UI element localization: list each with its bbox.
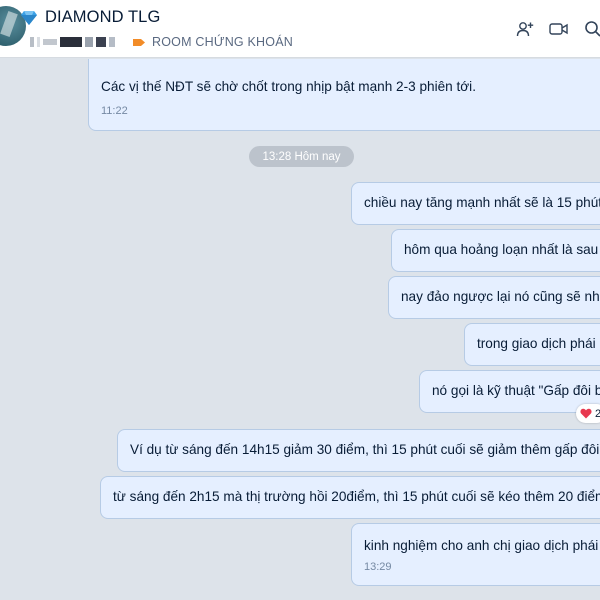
message-bubble[interactable]: nó gọi là kỹ thuật "Gấp đôi b bbox=[419, 370, 600, 413]
message-text: Ví dụ từ sáng đến 14h15 giảm 30 điểm, th… bbox=[130, 442, 600, 457]
message-text: trong giao dịch phái bbox=[477, 336, 596, 351]
message-text: từ sáng đến 2h15 mà thị trường hồi 20điể… bbox=[113, 489, 600, 504]
message-bubble[interactable]: chiều nay tăng mạnh nhất sẽ là 15 phút bbox=[351, 182, 600, 225]
room-label[interactable]: ROOM CHỨNG KHOÁN bbox=[152, 35, 293, 49]
message-bubble[interactable]: hôm qua hoảng loạn nhất là sau bbox=[391, 229, 600, 272]
group-title[interactable]: DIAMOND TLG bbox=[45, 8, 160, 27]
message-text: chiều nay tăng mạnh nhất sẽ là 15 phút bbox=[364, 195, 600, 210]
message-time: 11:22 bbox=[101, 105, 128, 117]
heart-icon bbox=[580, 408, 592, 419]
message-bubble[interactable]: từ sáng đến 2h15 mà thị trường hồi 20điể… bbox=[100, 476, 600, 519]
message-text: Các vị thế NĐT sẽ chờ chốt trong nhịp bậ… bbox=[101, 79, 476, 94]
message-text: nay đảo ngược lại nó cũng sẽ như bbox=[401, 289, 600, 304]
diamond-icon bbox=[21, 10, 37, 25]
chat-header: DIAMOND TLG ROOM CHỨNG KHOÁN bbox=[0, 0, 600, 58]
message-text: hôm qua hoảng loạn nhất là sau bbox=[404, 242, 599, 257]
message-bubble[interactable]: trong giao dịch phái bbox=[464, 323, 600, 366]
message-list[interactable]: Các vị thế NĐT sẽ chờ chốt trong nhịp bậ… bbox=[0, 59, 600, 600]
tag-icon bbox=[133, 38, 145, 46]
redacted-member-names bbox=[30, 37, 118, 47]
message-bubble[interactable]: nay đảo ngược lại nó cũng sẽ như bbox=[388, 276, 600, 319]
title-row: DIAMOND TLG bbox=[20, 8, 160, 27]
message-bubble[interactable]: Các vị thế NĐT sẽ chờ chốt trong nhịp bậ… bbox=[88, 59, 600, 131]
message-time: 13:29 bbox=[364, 561, 392, 573]
date-divider: 13:28 Hôm nay bbox=[249, 146, 354, 167]
message-bubble[interactable]: Ví dụ từ sáng đến 14h15 giảm 30 điểm, th… bbox=[117, 429, 600, 472]
reaction-count: 2 bbox=[595, 407, 600, 420]
message-bubble[interactable]: kinh nghiệm cho anh chị giao dịch phái 1… bbox=[351, 523, 600, 586]
reaction-badge[interactable]: 2 bbox=[576, 404, 600, 423]
video-call-icon[interactable] bbox=[548, 18, 570, 40]
search-icon[interactable] bbox=[582, 18, 600, 40]
message-text: kinh nghiệm cho anh chị giao dịch phái bbox=[364, 538, 599, 553]
add-member-icon[interactable] bbox=[514, 18, 536, 40]
message-text: nó gọi là kỹ thuật "Gấp đôi b bbox=[432, 383, 600, 398]
header-actions bbox=[502, 18, 600, 40]
subtitle-row: ROOM CHỨNG KHOÁN bbox=[30, 34, 293, 50]
